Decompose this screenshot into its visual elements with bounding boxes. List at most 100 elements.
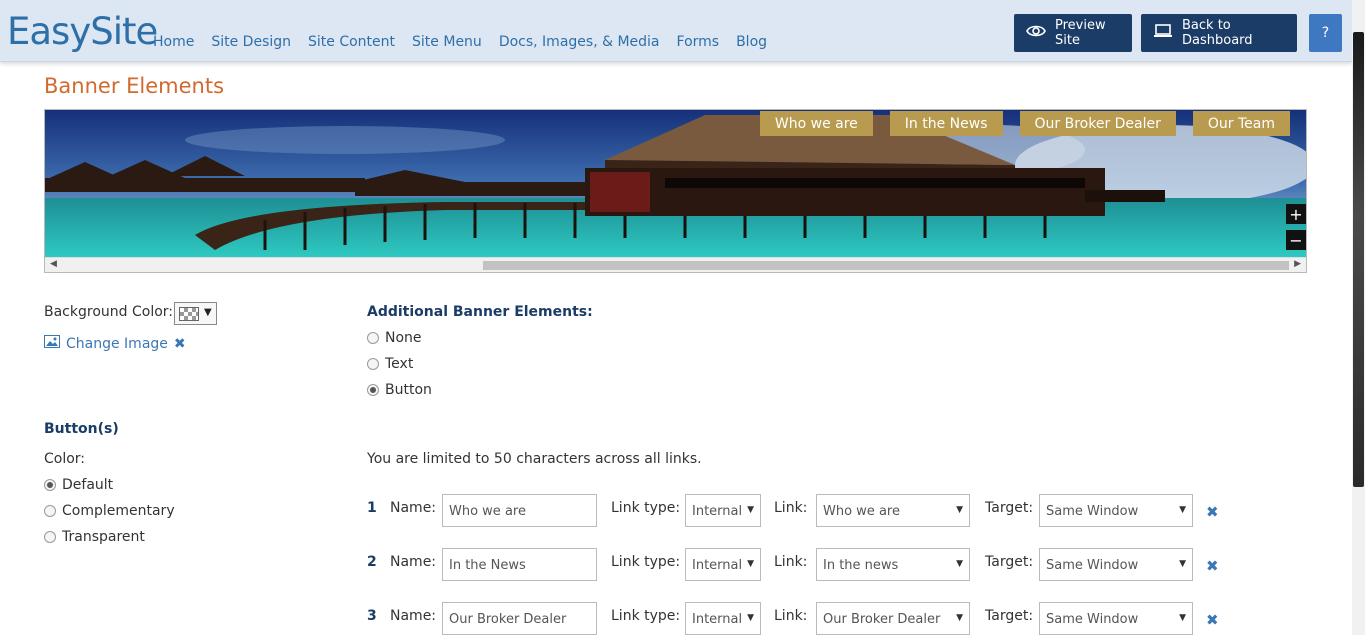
page-scrollbar-thumb[interactable] [1353,32,1364,487]
banner-hscroll-thumb[interactable] [483,261,1289,270]
name-label: Name: [390,500,437,516]
radio-dot [367,358,379,370]
banner-preview: Who we are In the News Our Broker Dealer… [44,109,1307,273]
zoom-out-button[interactable]: − [1286,230,1306,250]
image-icon [44,335,60,352]
link-type-select[interactable]: Internal ▼ [685,494,761,527]
radio-label: Default [62,477,114,493]
dropdown-arrow-icon: ▼ [747,505,754,515]
link-row: 1 Name: Who we are Link type: Internal ▼ … [367,494,1237,528]
nav-site-menu[interactable]: Site Menu [412,34,482,50]
scroll-left-arrow-icon[interactable]: ◀ [50,259,57,269]
background-color-label: Background Color: [44,304,173,320]
link-type-select[interactable]: Internal ▼ [685,602,761,635]
remove-link-icon[interactable]: ✖ [1206,503,1219,521]
buttons-heading: Button(s) [44,421,119,437]
name-input[interactable]: Who we are [442,494,597,527]
page-title: Banner Elements [44,74,225,98]
nav-docs-media[interactable]: Docs, Images, & Media [499,34,660,50]
preview-site-button[interactable]: Preview Site [1014,14,1132,52]
select-value: Internal [692,504,743,519]
target-label: Target: [985,500,1034,516]
link-row: 3 Name: Our Broker Dealer Link type: Int… [367,602,1237,636]
link-type-label: Link type: [611,608,681,624]
nav-site-design[interactable]: Site Design [211,34,291,50]
radio-label: Complementary [62,503,175,519]
radio-dot [367,332,379,344]
link-label: Link: [774,500,808,516]
change-image-link[interactable]: Change Image ✖ [44,335,186,352]
change-image-label: Change Image [66,335,168,352]
radio-label: Transparent [62,529,145,545]
additional-elements-heading: Additional Banner Elements: [367,304,593,320]
name-input[interactable]: Our Broker Dealer [442,602,597,635]
link-label: Link: [774,554,808,570]
scroll-right-arrow-icon[interactable]: ▶ [1294,259,1301,269]
banner-link-broker-dealer[interactable]: Our Broker Dealer [1019,111,1176,136]
link-type-label: Link type: [611,554,681,570]
row-number: 1 [367,500,377,516]
target-select[interactable]: Same Window ▼ [1039,494,1193,527]
row-number: 2 [367,554,377,570]
select-value: Same Window [1046,612,1139,627]
target-select[interactable]: Same Window ▼ [1039,602,1193,635]
page-scrollbar[interactable] [1352,0,1365,635]
eye-icon [1026,24,1046,42]
dropdown-arrow-icon: ▼ [956,613,963,623]
additional-none-radio[interactable]: None [367,330,422,346]
row-number: 3 [367,608,377,624]
link-select[interactable]: In the news ▼ [816,548,970,581]
link-select[interactable]: Who we are ▼ [816,494,970,527]
background-color-picker[interactable]: ▼ [174,302,217,325]
dropdown-arrow-icon: ▼ [204,307,212,318]
radio-dot [44,531,56,543]
laptop-icon [1153,24,1173,42]
additional-text-radio[interactable]: Text [367,356,413,372]
banner-link-who-we-are[interactable]: Who we are [759,111,873,136]
select-value: Who we are [823,504,900,519]
select-value: Internal [692,558,743,573]
color-default-radio[interactable]: Default [44,477,113,493]
name-label: Name: [390,608,437,624]
radio-dot [44,479,56,491]
radio-label: Button [385,382,432,398]
link-type-select[interactable]: Internal ▼ [685,548,761,581]
link-label: Link: [774,608,808,624]
select-value: Internal [692,612,743,627]
nav-forms[interactable]: Forms [677,34,720,50]
select-value: Same Window [1046,504,1139,519]
name-input[interactable]: In the News [442,548,597,581]
easysite-logo[interactable]: EasySite [7,10,158,53]
target-select[interactable]: Same Window ▼ [1039,548,1193,581]
color-transparent-radio[interactable]: Transparent [44,529,145,545]
dropdown-arrow-icon: ▼ [1179,505,1186,515]
remove-image-icon[interactable]: ✖ [174,336,186,352]
banner-hscrollbar[interactable]: ◀ ▶ [45,257,1306,272]
banner-links: Who we are In the News Our Broker Dealer… [759,111,1290,136]
nav-site-content[interactable]: Site Content [308,34,395,50]
link-row: 2 Name: In the News Link type: Internal ▼… [367,548,1237,582]
link-select[interactable]: Our Broker Dealer ▼ [816,602,970,635]
name-label: Name: [390,554,437,570]
dropdown-arrow-icon: ▼ [956,559,963,569]
main-nav: Home Site Design Site Content Site Menu … [153,34,784,50]
additional-button-radio[interactable]: Button [367,382,432,398]
dropdown-arrow-icon: ▼ [1179,613,1186,623]
back-to-dashboard-button[interactable]: Back to Dashboard [1141,14,1297,52]
target-label: Target: [985,554,1034,570]
help-button[interactable]: ? [1309,14,1342,52]
nav-blog[interactable]: Blog [736,34,767,50]
zoom-in-button[interactable]: + [1286,204,1306,224]
nav-home[interactable]: Home [153,34,194,50]
dropdown-arrow-icon: ▼ [1179,559,1186,569]
banner-link-in-the-news[interactable]: In the News [889,111,1003,136]
color-label: Color: [44,451,86,467]
banner-link-our-team[interactable]: Our Team [1192,111,1290,136]
top-bar: EasySite Home Site Design Site Content S… [0,0,1352,62]
remove-link-icon[interactable]: ✖ [1206,611,1219,629]
remove-link-icon[interactable]: ✖ [1206,557,1219,575]
color-complementary-radio[interactable]: Complementary [44,503,175,519]
radio-dot [367,384,379,396]
transparent-swatch [179,307,199,321]
back-to-dashboard-label: Back to Dashboard [1182,18,1253,48]
